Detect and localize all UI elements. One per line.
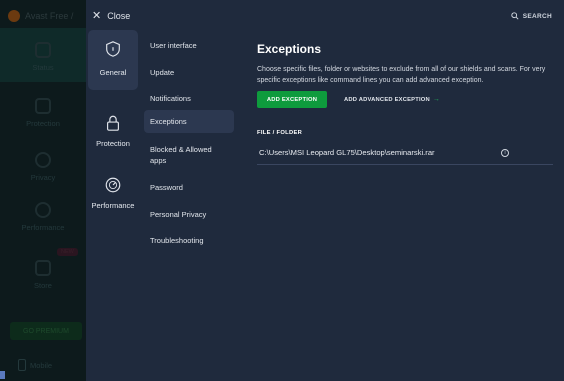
app-name: Avast Free /	[25, 11, 74, 21]
lock-icon	[35, 98, 51, 114]
submenu-troubleshooting[interactable]: Troubleshooting	[144, 229, 236, 252]
taskbar-icon	[0, 371, 5, 379]
nav-store: Store	[0, 260, 86, 290]
submenu-user-interface[interactable]: User interface	[144, 34, 236, 57]
settings-panel: ✕ Close SEARCH General Protection Perfor…	[86, 0, 564, 381]
category-performance-label: Performance	[91, 201, 135, 210]
submenu-exceptions[interactable]: Exceptions	[144, 110, 234, 133]
nav-privacy: Privacy	[0, 152, 86, 182]
fingerprint-icon	[35, 152, 51, 168]
category-protection-label: Protection	[96, 139, 130, 148]
speedometer-icon	[35, 202, 51, 218]
add-exception-button[interactable]: ADD EXCEPTION	[257, 91, 327, 108]
background-app-sidebar: Avast Free / Status Protection Privacy P…	[0, 0, 86, 381]
cart-icon	[35, 260, 51, 276]
search-button[interactable]: SEARCH	[511, 12, 552, 20]
nav-performance: Performance	[0, 202, 86, 232]
nav-privacy-label: Privacy	[30, 173, 56, 182]
status-icon	[35, 42, 51, 58]
arrow-right-icon: →	[432, 96, 441, 103]
close-label: Close	[107, 11, 131, 21]
settings-topbar: ✕ Close SEARCH	[86, 0, 564, 30]
nav-status-label: Status	[32, 63, 54, 72]
avast-logo-icon	[8, 10, 20, 22]
submenu-blocked-allowed-apps[interactable]: Blocked & Allowed apps	[144, 138, 228, 172]
lock-icon	[107, 115, 119, 131]
nav-protection-label: Protection	[26, 119, 60, 128]
speedometer-icon	[105, 177, 121, 193]
new-badge: NEW	[57, 248, 78, 256]
exception-path: C:\Users\MSI Leopard GL75\Desktop\semina…	[259, 148, 435, 157]
exception-row[interactable]: C:\Users\MSI Leopard GL75\Desktop\semina…	[257, 141, 553, 165]
app-brand: Avast Free /	[8, 10, 73, 22]
add-advanced-exception-button[interactable]: ADD ADVANCED EXCEPTION →	[344, 96, 440, 103]
submenu-password[interactable]: Password	[144, 176, 236, 199]
close-button[interactable]: ✕ Close	[92, 9, 131, 22]
info-icon[interactable]: i	[501, 149, 509, 157]
mobile-label: Mobile	[30, 361, 53, 370]
category-general[interactable]: General	[88, 30, 138, 90]
mobile-icon	[18, 359, 26, 371]
submenu-personal-privacy[interactable]: Personal Privacy	[144, 203, 236, 226]
search-label: SEARCH	[522, 12, 552, 20]
category-general-label: General	[99, 68, 127, 77]
nav-performance-label: Performance	[21, 223, 65, 232]
submenu-notifications[interactable]: Notifications	[144, 87, 236, 110]
go-premium-button: GO PREMIUM	[10, 322, 82, 340]
shield-icon	[106, 41, 120, 57]
category-protection[interactable]: Protection	[88, 104, 138, 164]
search-icon	[511, 12, 519, 20]
nav-status: Status	[0, 42, 86, 72]
close-icon: ✕	[92, 9, 102, 22]
page-title: Exceptions	[257, 42, 322, 56]
add-advanced-exception-label: ADD ADVANCED EXCEPTION	[344, 97, 430, 103]
nav-store-label: Store	[34, 281, 52, 290]
submenu-update[interactable]: Update	[144, 61, 236, 84]
nav-protection: Protection	[0, 98, 86, 128]
file-folder-column-header: FILE / FOLDER	[257, 130, 303, 136]
category-performance[interactable]: Performance	[88, 166, 138, 226]
page-description: Choose specific files, folder or website…	[257, 66, 546, 84]
